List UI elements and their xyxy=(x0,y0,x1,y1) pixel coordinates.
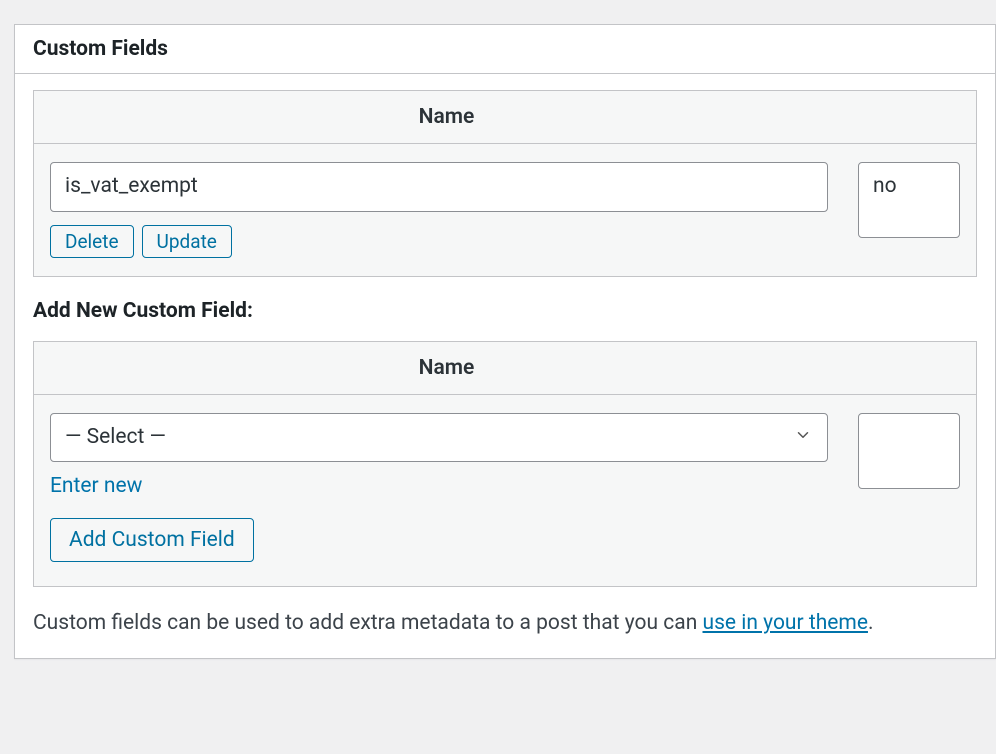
add-button-wrap: Add Custom Field xyxy=(50,518,828,562)
delete-button[interactable]: Delete xyxy=(50,225,134,258)
add-custom-field-button[interactable]: Add Custom Field xyxy=(50,518,254,562)
enter-new-link[interactable]: Enter new xyxy=(50,474,142,498)
meta-value-input[interactable] xyxy=(858,413,960,489)
panel-title: Custom Fields xyxy=(33,37,977,61)
add-new-heading: Add New Custom Field: xyxy=(33,299,977,323)
add-new-table: Name — Select — Enter new xyxy=(33,341,977,588)
meta-key-select[interactable]: — Select — xyxy=(50,413,828,463)
helper-text: Custom fields can be used to add extra m… xyxy=(33,609,977,638)
cell-name: Delete Update xyxy=(50,162,858,258)
existing-table-body: Delete Update no xyxy=(34,144,976,276)
table-row: Delete Update no xyxy=(34,144,976,276)
column-header-name: Name xyxy=(34,91,859,143)
update-button[interactable]: Update xyxy=(142,225,232,258)
meta-value-input[interactable]: no xyxy=(858,162,960,238)
cell-name: — Select — Enter new Add Custom Field xyxy=(50,413,858,563)
meta-key-input[interactable] xyxy=(50,162,828,212)
helper-link[interactable]: use in your theme xyxy=(703,611,868,635)
table-row: — Select — Enter new Add Custom Field xyxy=(34,395,976,587)
column-header-name: Name xyxy=(34,342,859,394)
meta-key-select-wrap: — Select — xyxy=(50,413,828,463)
helper-prefix: Custom fields can be used to add extra m… xyxy=(33,611,703,635)
cell-value xyxy=(858,413,960,563)
add-new-table-head: Name xyxy=(34,342,976,395)
panel-header: Custom Fields xyxy=(15,25,995,74)
row-actions: Delete Update xyxy=(50,225,828,258)
helper-suffix: . xyxy=(868,611,874,635)
custom-fields-panel: Custom Fields Name Delete Update no xyxy=(14,24,996,659)
existing-table-head: Name xyxy=(34,91,976,144)
existing-fields-table: Name Delete Update no xyxy=(33,90,977,277)
add-new-table-body: — Select — Enter new Add Custom Field xyxy=(34,395,976,587)
cell-value: no xyxy=(858,162,960,258)
panel-body: Name Delete Update no Add Ne xyxy=(15,74,995,658)
